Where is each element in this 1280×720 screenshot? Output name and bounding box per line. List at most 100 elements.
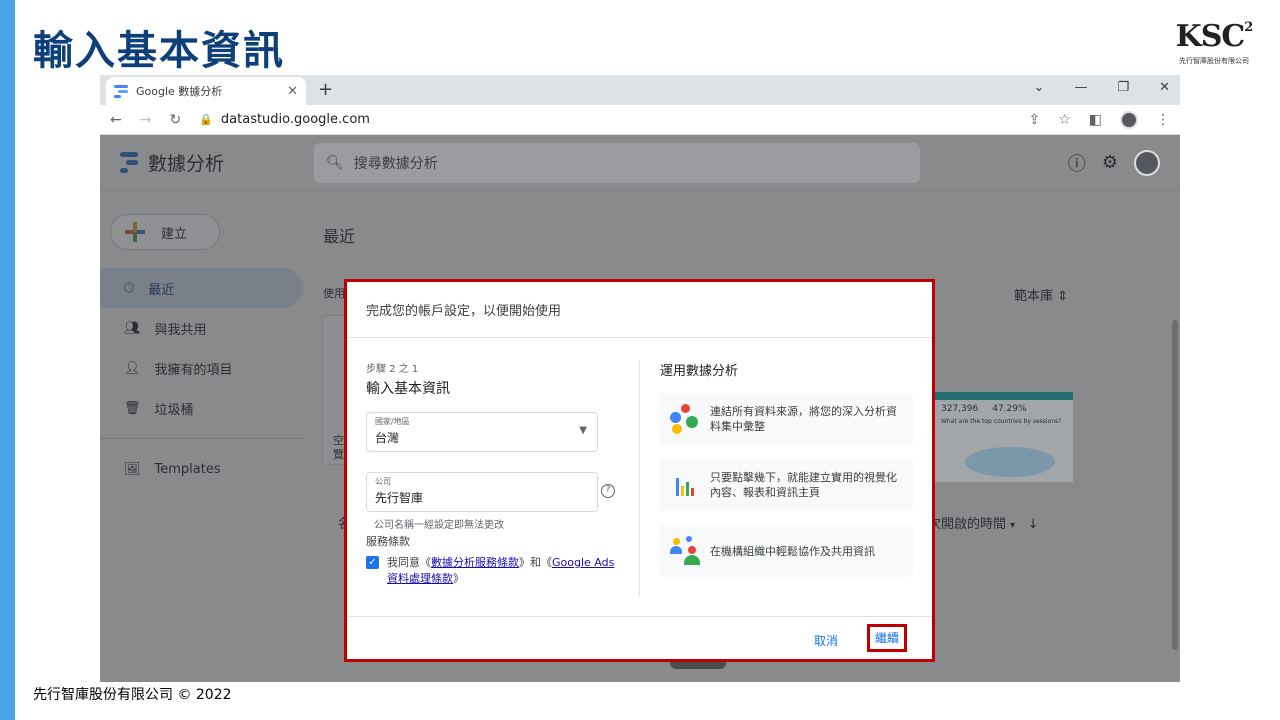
help-circle-icon[interactable]: ? (601, 484, 615, 498)
terms-label: 服務條款 (366, 535, 410, 548)
bar-chart-icon (670, 474, 700, 496)
datastudio-terms-link[interactable]: 數據分析服務條款 (431, 556, 519, 569)
tab-bar: Google 數據分析 ✕ + ⌄ — ❐ ✕ (100, 75, 1180, 105)
window-controls: ⌄ — ❐ ✕ (1034, 80, 1170, 95)
company-label: 公司 (375, 477, 391, 486)
feature-collaborate: 在機構組織中輕鬆協作及共用資訊 (660, 525, 913, 577)
thumbnail-question: What are the top countries by sessions? (941, 418, 1062, 425)
templates-icon: 🖼︎ (124, 461, 141, 477)
last-opened-column-header[interactable]: 次開啟的時間 ▾ ↓ (928, 513, 1039, 532)
dialog-divider (639, 360, 640, 596)
thumbnail-value: 327,396 (941, 404, 979, 414)
sidebar-item-shared[interactable]: 👥︎ 與我共用 (100, 308, 303, 348)
tab-title: Google 數據分析 (136, 85, 223, 98)
dialog-form: 步驟 2 之 1 輸入基本資訊 國家/地區 台灣 ▼ 公司 先行智庫 公司名稱一… (366, 360, 616, 587)
reload-icon[interactable]: ↻ (169, 112, 181, 128)
gear-icon[interactable]: ⚙ (1102, 152, 1118, 173)
thumbnail-value: 47.29% (992, 404, 1027, 414)
collaboration-people-icon (670, 536, 700, 566)
thumbnail-band (935, 392, 1073, 400)
sidebar-item-trash[interactable]: 🗑︎ 垃圾桶 (100, 388, 303, 428)
side-panel-icon[interactable]: ◧ (1089, 112, 1102, 128)
user-avatar[interactable] (1134, 149, 1160, 176)
lock-icon: 🔒 (199, 113, 213, 126)
feature-panel: 運用數據分析 連結所有資料來源，將您的深入分析資料集中彙整 只要點擊幾下，就能建… (660, 360, 913, 591)
sidebar-item-label: 我擁有的項目 (154, 362, 233, 378)
step-indicator: 步驟 2 之 1 (366, 364, 419, 375)
new-tab-button[interactable]: + (318, 79, 333, 100)
sidebar-divider (100, 438, 305, 439)
card-label: 覽 (333, 448, 344, 461)
terms-agreement: ✓ 我同意《數據分析服務條款》和《Google Ads 資料處理條款》 (366, 555, 616, 587)
continue-highlight-outline (867, 624, 907, 652)
company-hint: 公司名稱一經設定即無法更改 (374, 520, 504, 531)
scrollbar[interactable] (1172, 320, 1178, 650)
tab-close-icon[interactable]: ✕ (287, 84, 298, 99)
sidebar-nav: 🕓︎ 最近 👥︎ 與我共用 👤︎ 我擁有的項目 🗑︎ 垃圾桶 🖼︎ Templa… (100, 268, 305, 489)
accent-bar (0, 0, 15, 720)
profile-avatar[interactable] (1120, 110, 1138, 129)
country-select[interactable]: 國家/地區 台灣 ▼ (366, 412, 598, 452)
slide-footer: 先行智庫股份有限公司 © 2022 (33, 687, 232, 703)
minimize-icon[interactable]: — (1074, 80, 1087, 95)
sort-arrow-icon[interactable]: ↓ (1028, 517, 1039, 532)
thumbnail-metrics: 327,396 47.29% (935, 400, 1073, 418)
sidebar-item-label: Templates (154, 461, 221, 477)
sidebar-item-label: 最近 (148, 282, 175, 298)
url-text[interactable]: datastudio.google.com (221, 112, 370, 127)
account-setup-dialog: 完成您的帳戶設定，以便開始使用 步驟 2 之 1 輸入基本資訊 國家/地區 台灣… (347, 282, 932, 659)
sidebar: 建立 🕓︎ 最近 👥︎ 與我共用 👤︎ 我擁有的項目 🗑︎ 垃圾桶 🖼︎ Tem… (100, 192, 305, 489)
thumbnail-map (965, 447, 1055, 477)
sidebar-item-recent[interactable]: 🕓︎ 最近 (100, 268, 303, 308)
dropdown-arrow-icon: ▼ (579, 425, 587, 436)
bookmark-star-icon[interactable]: ☆ (1058, 112, 1071, 128)
back-icon[interactable]: ← (110, 112, 122, 128)
feature-connect: 連結所有資料來源，將您的深入分析資料集中彙整 (660, 393, 913, 445)
logo-subtitle: 先行智庫股份有限公司 (1179, 57, 1249, 65)
country-value: 台灣 (375, 431, 400, 445)
browser-tab[interactable]: Google 數據分析 ✕ (106, 77, 306, 105)
forward-icon[interactable]: → (140, 112, 152, 128)
cancel-button[interactable]: 取消 (814, 632, 838, 649)
search-box[interactable]: 🔍︎ 搜尋數據分析 (314, 142, 921, 183)
browser-window: Google 數據分析 ✕ + ⌄ — ❐ ✕ ← → ↻ 🔒 datastud… (100, 75, 1180, 682)
datastudio-app: 數據分析 🔍︎ 搜尋數據分析 ⓘ ⚙ 建立 🕓︎ 最近 👥︎ 與我共用 👤︎ 我… (100, 135, 1180, 682)
restore-icon[interactable]: ❐ (1117, 80, 1129, 95)
use-label: 使用 (323, 287, 345, 300)
datastudio-favicon-icon (114, 84, 130, 98)
datastudio-logo-icon (120, 152, 138, 173)
feature-text: 連結所有資料來源，將您的深入分析資料集中彙整 (710, 405, 897, 433)
app-header: 數據分析 🔍︎ 搜尋數據分析 ⓘ ⚙ (100, 135, 1180, 191)
share-icon[interactable]: ⇪ (1028, 112, 1040, 128)
plus-icon (125, 222, 145, 242)
person-icon: 👤︎ (124, 360, 141, 376)
omnibox[interactable]: 🔒 datastudio.google.com (199, 112, 1010, 127)
company-field[interactable]: 公司 先行智庫 (366, 472, 598, 512)
agreement-text: 我同意《數據分析服務條款》和《Google Ads 資料處理條款》 (387, 556, 615, 585)
create-button[interactable]: 建立 (110, 214, 220, 250)
dialog-footer-divider (347, 616, 932, 617)
sidebar-item-templates[interactable]: 🖼︎ Templates (100, 449, 303, 489)
window-close-icon[interactable]: ✕ (1159, 80, 1170, 95)
menu-kebab-icon[interactable]: ⋮ (1156, 112, 1170, 128)
agree-checkbox[interactable]: ✓ (366, 556, 379, 569)
data-sources-icon (670, 404, 700, 434)
company-logo: KSC2 先行智庫股份有限公司 (1174, 14, 1254, 66)
help-icon[interactable]: ⓘ (1068, 150, 1086, 176)
template-gallery-button[interactable]: 範本庫 ⇕ (1014, 285, 1068, 304)
search-placeholder: 搜尋數據分析 (353, 155, 438, 172)
create-label: 建立 (161, 226, 188, 242)
sidebar-item-label: 與我共用 (154, 322, 207, 338)
clock-icon: 🕓︎ (124, 280, 135, 296)
search-icon: 🔍︎ (326, 154, 344, 171)
feature-visualize: 只要點擊幾下，就能建立實用的視覺化內容、報表和資訊主頁 (660, 459, 913, 511)
tab-search-icon[interactable]: ⌄ (1034, 80, 1045, 95)
dialog-header: 完成您的帳戶設定，以便開始使用 (347, 282, 932, 338)
address-bar: ← → ↻ 🔒 datastudio.google.com ⇪ ☆ ◧ ⋮ (100, 105, 1180, 135)
toolbar-actions: ⇪ ☆ ◧ ⋮ (1028, 110, 1170, 129)
template-thumbnail[interactable]: 327,396 47.29% What are the top countrie… (935, 392, 1073, 482)
feature-panel-title: 運用數據分析 (660, 364, 739, 379)
sidebar-item-owned[interactable]: 👤︎ 我擁有的項目 (100, 348, 303, 388)
people-icon: 👥︎ (124, 320, 141, 336)
slide-title: 輸入基本資訊 (33, 28, 285, 74)
